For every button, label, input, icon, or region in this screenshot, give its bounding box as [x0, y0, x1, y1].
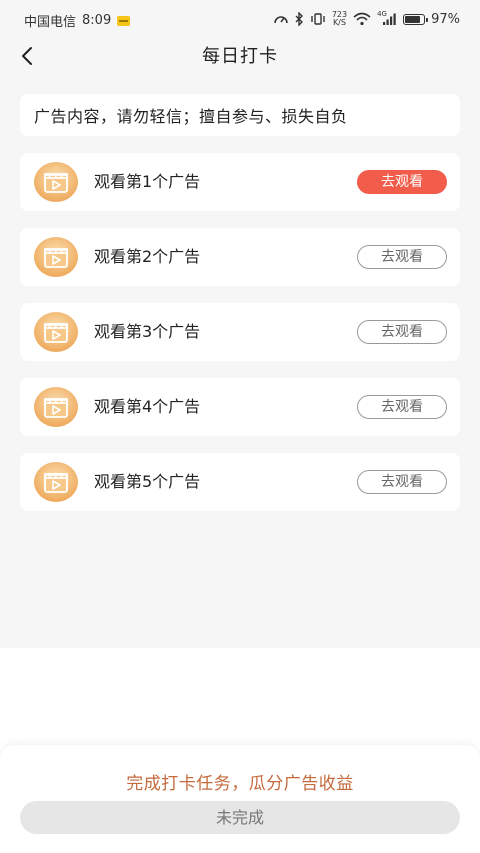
carrier-name: 中国电信 — [24, 15, 77, 30]
task-label: 观看第2个广告 — [94, 247, 201, 266]
battery-icon — [403, 13, 429, 25]
status-right: 723 K/S 4G 97% — [273, 10, 460, 27]
task-card-3: 观看第3个广告 去观看 — [20, 303, 460, 361]
status-left: 中国电信 8:09 — [24, 11, 131, 30]
signal-bars-icon — [383, 13, 396, 25]
message-notification-icon — [117, 15, 131, 26]
task-card-5: 观看第5个广告 去观看 — [20, 453, 460, 511]
reward-description: 完成打卡任务，瓜分广告收益 — [126, 774, 354, 794]
task-card-2: 观看第2个广告 去观看 — [20, 228, 460, 286]
task-label: 观看第1个广告 — [94, 172, 201, 191]
incomplete-status-button[interactable]: 未完成 — [20, 801, 460, 834]
video-clapperboard-icon — [34, 462, 78, 502]
video-clapperboard-icon — [34, 312, 78, 352]
watch-ad-button-1[interactable]: 去观看 — [357, 170, 447, 194]
video-clapperboard-icon — [34, 387, 78, 427]
video-clapperboard-icon — [34, 237, 78, 277]
vibrate-icon — [311, 13, 325, 25]
network-speed-unit: K/S — [332, 18, 346, 27]
task-card-1: 观看第1个广告 去观看 — [20, 153, 460, 211]
network-speed: 723 K/S — [332, 11, 347, 27]
bottom-panel: 完成打卡任务，瓜分广告收益 未完成 — [0, 745, 480, 853]
speedometer-icon — [274, 16, 288, 24]
task-label: 观看第4个广告 — [94, 397, 201, 416]
status-bar: 中国电信 8:09 723 K/S 4G 97% — [0, 0, 480, 38]
watch-ad-button-5[interactable]: 去观看 — [357, 470, 447, 494]
ad-disclaimer-notice: 广告内容，请勿轻信；擅自参与、损失自负 — [20, 94, 460, 136]
task-label: 观看第5个广告 — [94, 472, 201, 491]
watch-ad-button-4[interactable]: 去观看 — [357, 395, 447, 419]
watch-ad-button-2[interactable]: 去观看 — [357, 245, 447, 269]
notice-text: 广告内容，请勿轻信；擅自参与、损失自负 — [34, 107, 348, 126]
battery-level: 97% — [431, 11, 460, 27]
bluetooth-icon — [295, 12, 303, 26]
wifi-icon — [353, 12, 371, 26]
task-card-4: 观看第4个广告 去观看 — [20, 378, 460, 436]
cellular-signal: 4G — [377, 10, 397, 26]
watch-ad-button-3[interactable]: 去观看 — [357, 320, 447, 344]
page-title: 每日打卡 — [202, 46, 278, 67]
header: 每日打卡 — [0, 36, 480, 76]
task-label: 观看第3个广告 — [94, 322, 201, 341]
status-time: 8:09 — [82, 13, 112, 28]
video-clapperboard-icon — [34, 162, 78, 202]
